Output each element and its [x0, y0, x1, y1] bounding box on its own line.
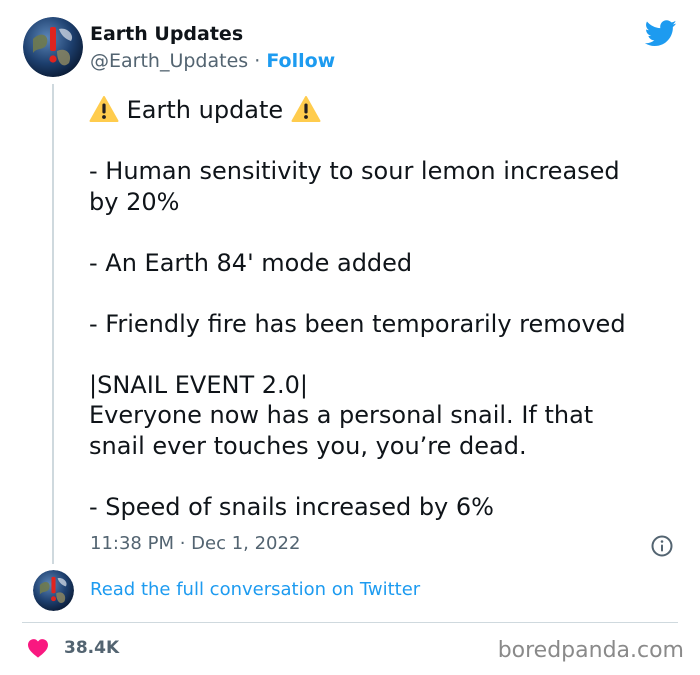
tweet-text: Earth update - Human sensitivity to sour… — [89, 95, 679, 522]
tweet-line: - Friendly fire has been temporarily rem… — [89, 309, 626, 338]
tweet-line: by 20% — [89, 187, 180, 216]
warning-icon — [89, 96, 119, 122]
tweet-line: Everyone now has a personal snail. If th… — [89, 401, 594, 429]
read-conversation-link[interactable]: Read the full conversation on Twitter — [90, 579, 420, 600]
author-name[interactable]: Earth Updates — [90, 23, 243, 45]
watermark: boredpanda.com — [497, 638, 684, 663]
like-count[interactable]: 38.4K — [64, 638, 119, 658]
heart-icon[interactable] — [27, 638, 49, 658]
divider — [22, 622, 678, 623]
avatar[interactable] — [23, 17, 83, 77]
author-meta: @Earth_Updates · Follow — [90, 50, 335, 72]
thread-line — [52, 84, 54, 564]
twitter-bird-icon[interactable] — [645, 20, 677, 47]
info-icon[interactable] — [650, 534, 674, 558]
separator-dot: · — [254, 50, 261, 72]
author-handle[interactable]: @Earth_Updates — [90, 50, 248, 72]
tweet-line: - Human sensitivity to sour lemon increa… — [89, 157, 620, 185]
earth-avatar-icon — [33, 570, 74, 611]
tweet-line: - Speed of snails increased by 6% — [89, 492, 494, 521]
tweet-line: snail ever touches you, you’re dead. — [89, 431, 527, 460]
follow-button[interactable]: Follow — [266, 50, 335, 72]
avatar[interactable] — [33, 570, 74, 611]
tweet-line: |SNAIL EVENT 2.0| — [89, 370, 309, 399]
tweet-headline-line: Earth update — [89, 95, 679, 126]
warning-icon — [291, 96, 321, 122]
tweet-timestamp[interactable]: 11:38 PM · Dec 1, 2022 — [90, 533, 300, 554]
tweet-headline: Earth update — [126, 96, 284, 124]
earth-avatar-icon — [23, 17, 83, 77]
tweet-line: - An Earth 84' mode added — [89, 248, 413, 277]
